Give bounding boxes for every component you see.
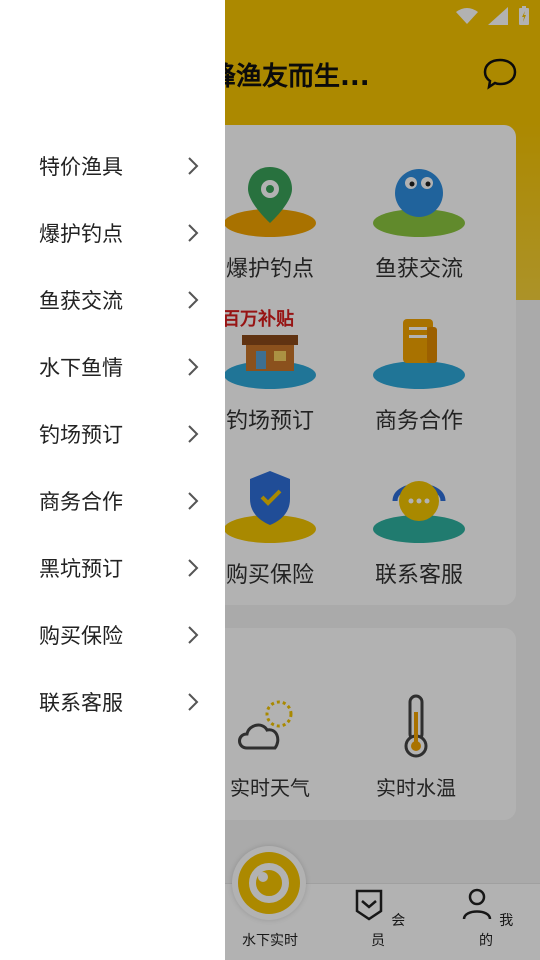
chevron-right-icon [188, 692, 199, 711]
drawer-item-shangwu-hezuo[interactable]: 商务合作 [0, 467, 225, 534]
side-drawer: 特价渔具 爆护钓点 鱼获交流 水下鱼情 钓场预订 商务合作 黑坑预订 购买保险 … [0, 0, 225, 960]
chevron-right-icon [188, 290, 199, 309]
drawer-item-label: 水下鱼情 [39, 355, 123, 380]
chevron-right-icon [188, 223, 199, 242]
chevron-right-icon [188, 491, 199, 510]
drawer-item-label: 爆护钓点 [39, 221, 123, 246]
chevron-right-icon [188, 558, 199, 577]
drawer-item-label: 黑坑预订 [39, 556, 123, 581]
drawer-item-shuixia-yuqing[interactable]: 水下鱼情 [0, 333, 225, 400]
drawer-item-label: 购买保险 [39, 623, 123, 648]
drawer-item-label: 联系客服 [39, 690, 123, 715]
drawer-item-label: 钓场预订 [39, 422, 123, 447]
drawer-item-lianxi-kefu[interactable]: 联系客服 [0, 668, 225, 735]
drawer-item-baohu-diaodian[interactable]: 爆护钓点 [0, 199, 225, 266]
chevron-right-icon [188, 424, 199, 443]
drawer-item-label: 商务合作 [39, 489, 123, 514]
chevron-right-icon [188, 156, 199, 175]
drawer-item-label: 鱼获交流 [39, 288, 123, 313]
drawer-item-yuhuo-jiaoliu[interactable]: 鱼获交流 [0, 266, 225, 333]
drawer-item-heikeng-yuding[interactable]: 黑坑预订 [0, 534, 225, 601]
drawer-item-goumai-baoxian[interactable]: 购买保险 [0, 601, 225, 668]
drawer-item-label: 特价渔具 [39, 154, 123, 179]
drawer-item-diaochang-yuding[interactable]: 钓场预订 [0, 400, 225, 467]
chevron-right-icon [188, 625, 199, 644]
drawer-item-tejia-yuju[interactable]: 特价渔具 [0, 132, 225, 199]
chevron-right-icon [188, 357, 199, 376]
